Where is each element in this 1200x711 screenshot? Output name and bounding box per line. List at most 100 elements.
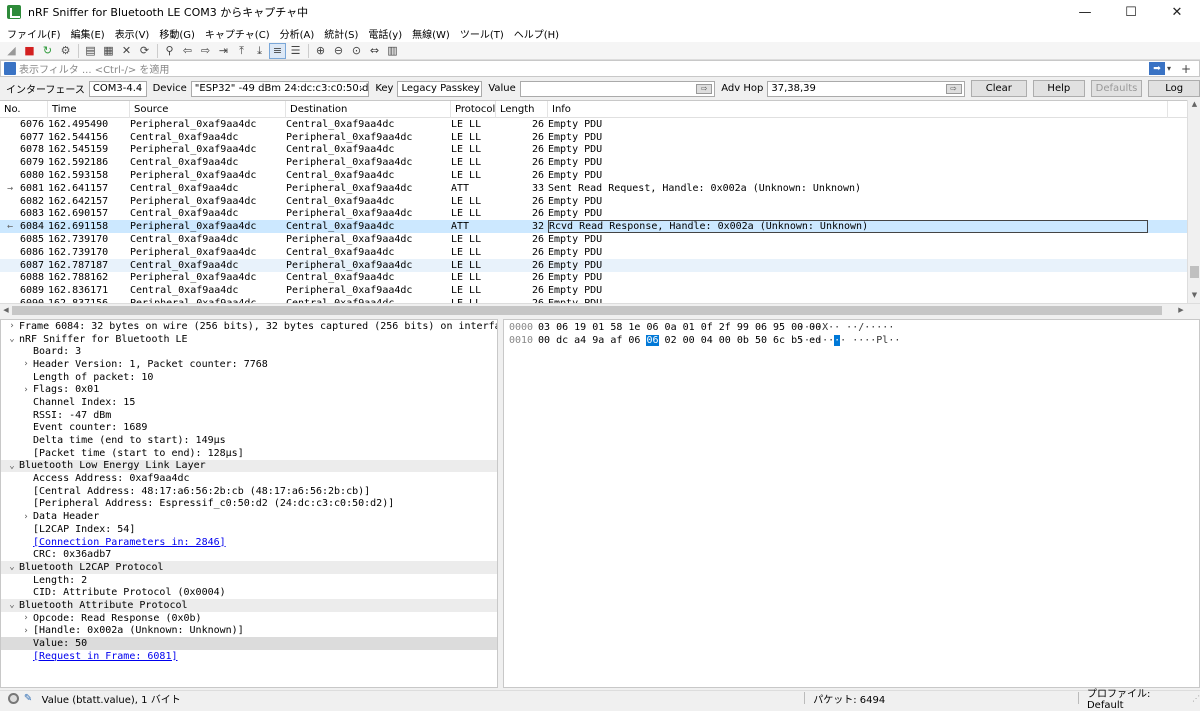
filter-bookmark-icon[interactable]	[4, 62, 16, 75]
hex-byte[interactable]: af	[610, 335, 622, 346]
expand-chevron-icon[interactable]: ›	[19, 613, 33, 623]
hex-byte[interactable]: 06	[646, 322, 658, 333]
hex-byte[interactable]: 0f	[701, 322, 713, 333]
packet-row[interactable]: 6088 162.788162 Peripheral_0xaf9aa4dc Centr…	[0, 272, 1200, 285]
shark-fin-icon[interactable]: ◢	[3, 43, 20, 59]
hex-byte[interactable]: 95	[773, 322, 785, 333]
hex-byte[interactable]: 00	[719, 335, 731, 346]
detail-tree-item[interactable]: CID: Attribute Protocol (0x0004)	[1, 586, 497, 599]
apply-filter-icon[interactable]: ➡	[1149, 62, 1165, 75]
collapse-chevron-icon[interactable]: ⌄	[5, 562, 19, 572]
hex-byte[interactable]: dc	[556, 335, 568, 346]
packet-row[interactable]: 6079 162.592186 Central_0xaf9aa4dc Peripher…	[0, 156, 1200, 169]
go-first-icon[interactable]: ⤒	[233, 43, 250, 59]
hex-byte[interactable]: 0a	[665, 322, 677, 333]
detail-tree-item[interactable]: [Packet time (start to end): 128µs]	[1, 447, 497, 460]
detail-tree-item[interactable]: Channel Index: 15	[1, 396, 497, 409]
colorize-icon[interactable]: ☰	[287, 43, 304, 59]
detail-tree-item[interactable]: [Peripheral Address: Espressif_c0:50:d2 …	[1, 498, 497, 511]
detail-tree-item[interactable]: ⌄ Bluetooth L2CAP Protocol	[1, 561, 497, 574]
menu-item[interactable]: 分析(A)	[275, 26, 320, 41]
find-packet-icon[interactable]: ⚲	[161, 43, 178, 59]
auto-scroll-icon[interactable]: ≡	[269, 42, 286, 59]
hex-dump-line[interactable]: 0000 03 06 19 01 58 1e 06 0a 01 0f 2f 99 …	[504, 321, 1199, 334]
hex-byte[interactable]: 50	[755, 335, 767, 346]
device-select[interactable]: "ESP32" -49 dBm 24:dc:c3:c0:50:d2 public…	[190, 80, 370, 97]
packet-row[interactable]: ← 6084 162.691158 Peripheral_0xaf9aa4dc Cent…	[0, 220, 1200, 234]
hex-byte[interactable]: 01	[683, 322, 695, 333]
detail-tree-item[interactable]: › Data Header	[1, 510, 497, 523]
stop-icon[interactable]: ■	[21, 43, 38, 59]
column-header-no[interactable]: No.	[0, 101, 48, 118]
column-header-source[interactable]: Source	[130, 101, 286, 118]
hex-byte[interactable]: 06	[755, 322, 767, 333]
packet-details-tree[interactable]: › Frame 6084: 32 bytes on wire (256 bits)…	[0, 319, 498, 688]
go-to-packet-icon[interactable]: ⇥	[215, 43, 232, 59]
normal-size-icon[interactable]: ⊙	[348, 43, 365, 59]
packet-row[interactable]: 6076 162.495490 Peripheral_0xaf9aa4dc Centr…	[0, 118, 1200, 131]
hex-byte[interactable]: 99	[737, 322, 749, 333]
zoom-in-icon[interactable]: ⊕	[312, 43, 329, 59]
hex-byte[interactable]: 0b	[737, 335, 749, 346]
hex-byte[interactable]: 04	[701, 335, 713, 346]
detail-tree-item[interactable]: › Frame 6084: 32 bytes on wire (256 bits)…	[1, 320, 497, 333]
column-header-time[interactable]: Time	[48, 101, 130, 118]
scrollbar-thumb[interactable]	[12, 306, 1162, 315]
detail-tree-item[interactable]: ⌄ nRF Sniffer for Bluetooth LE	[1, 333, 497, 346]
detail-tree-item[interactable]: [Connection Parameters in: 2846]	[1, 536, 497, 549]
scroll-up-icon[interactable]: ▲	[1188, 100, 1200, 112]
hex-byte[interactable]: a4	[574, 335, 586, 346]
status-profile[interactable]: プロファイル: Default	[1087, 685, 1188, 711]
detail-tree-item[interactable]: ⌄ Bluetooth Attribute Protocol	[1, 599, 497, 612]
hex-byte[interactable]: 02	[665, 335, 677, 346]
menu-item[interactable]: 移動(G)	[154, 26, 200, 41]
defaults-button[interactable]: Defaults	[1090, 80, 1143, 97]
zoom-out-icon[interactable]: ⊖	[330, 43, 347, 59]
packet-row[interactable]: 6082 162.642157 Peripheral_0xaf9aa4dc Centr…	[0, 195, 1200, 208]
go-back-icon[interactable]: ⇦	[179, 43, 196, 59]
detail-tree-item[interactable]: Length of packet: 10	[1, 371, 497, 384]
scroll-left-icon[interactable]: ◀	[0, 304, 12, 317]
detail-tree-item[interactable]: [Central Address: 48:17:a6:56:2b:cb (48:…	[1, 485, 497, 498]
key-select[interactable]: Legacy Passkey ⌄	[397, 80, 483, 97]
restart-icon[interactable]: ↻	[39, 43, 56, 59]
detail-tree-item[interactable]: ⌄ Bluetooth Low Energy Link Layer	[1, 459, 497, 473]
column-header-protocol[interactable]: Protocol	[451, 101, 496, 118]
detail-link[interactable]: [Connection Parameters in: 2846]	[33, 537, 226, 548]
apply-arrow-icon[interactable]: ⇨	[696, 83, 713, 94]
column-header-info[interactable]: Info	[548, 101, 1168, 118]
help-button[interactable]: Help	[1033, 80, 1085, 97]
detail-tree-item[interactable]: Board: 3	[1, 345, 497, 358]
expert-info-icon[interactable]	[8, 692, 19, 704]
packet-row[interactable]: 6085 162.739170 Central_0xaf9aa4dc Peripher…	[0, 233, 1200, 246]
detail-tree-item[interactable]: Event counter: 1689	[1, 422, 497, 435]
menu-item[interactable]: キャプチャ(C)	[200, 26, 275, 41]
detail-tree-item[interactable]: › [Handle: 0x002a (Unknown: Unknown)]	[1, 625, 497, 638]
packet-row[interactable]: → 6081 162.641157 Central_0xaf9aa4dc Periphe…	[0, 182, 1200, 195]
packet-row[interactable]: 6089 162.836171 Central_0xaf9aa4dc Peripher…	[0, 284, 1200, 297]
expand-chevron-icon[interactable]: ›	[5, 321, 19, 331]
scroll-right-icon[interactable]: ▶	[1175, 304, 1187, 317]
detail-tree-item[interactable]: › Header Version: 1, Packet counter: 7768	[1, 358, 497, 371]
hex-byte[interactable]: 03	[538, 322, 550, 333]
packet-row[interactable]: 6078 162.545159 Peripheral_0xaf9aa4dc Centr…	[0, 144, 1200, 157]
detail-tree-item[interactable]: RSSI: -47 dBm	[1, 409, 497, 422]
detail-link[interactable]: [Request in Frame: 6081]	[33, 651, 178, 662]
column-header-length[interactable]: Length	[496, 101, 548, 118]
menu-item[interactable]: 電話(y)	[363, 26, 407, 41]
clear-button[interactable]: Clear	[970, 80, 1027, 97]
hex-byte[interactable]: 19	[574, 322, 586, 333]
collapse-chevron-icon[interactable]: ⌄	[5, 461, 19, 471]
scrollbar-thumb[interactable]	[1190, 266, 1199, 278]
log-button[interactable]: Log	[1148, 80, 1200, 97]
column-header-destination[interactable]: Destination	[286, 101, 451, 118]
packet-list-vertical-scrollbar[interactable]: ▲ ▼	[1187, 100, 1200, 303]
detail-tree-item[interactable]: [Request in Frame: 6081]	[1, 650, 497, 663]
packet-list-horizontal-scrollbar[interactable]: ◀ ▶	[0, 303, 1200, 316]
go-forward-icon[interactable]: ⇨	[197, 43, 214, 59]
detail-tree-item[interactable]: › Flags: 0x01	[1, 383, 497, 396]
detail-tree-item[interactable]: Delta time (end to start): 149µs	[1, 434, 497, 447]
detail-tree-item[interactable]: › Opcode: Read Response (0x0b)	[1, 612, 497, 625]
filter-history-dropdown-icon[interactable]: ▾	[1167, 64, 1177, 73]
detail-tree-item[interactable]: Access Address: 0xaf9aa4dc	[1, 472, 497, 485]
